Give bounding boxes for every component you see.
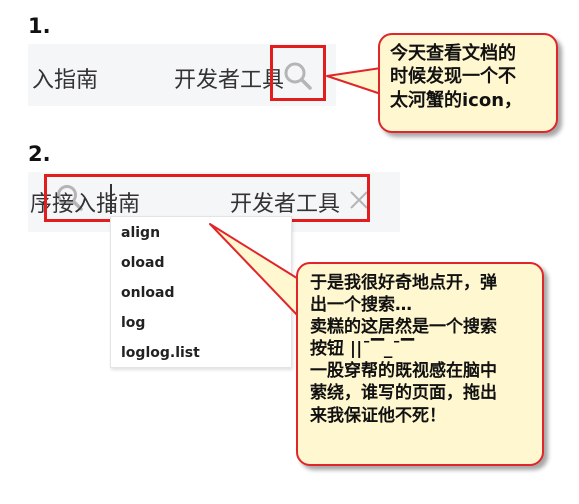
callout-1-line: 太河蟹的icon， [390, 89, 523, 111]
callout-1-line: 今天查看文档的 [390, 43, 516, 64]
callout-2-line: 萦绕，谁写的页面，拖出 [310, 383, 497, 404]
callout-1-line: 时候发现一个不 [390, 66, 516, 88]
callout-2-line: 来我保证他不死！ [310, 405, 446, 426]
callout-1: 今天查看文档的 时候发现一个不 太河蟹的icon， [378, 33, 558, 133]
callout-2-pointer [209, 223, 301, 319]
callout-2-line: 卖糕的这居然是一个搜索 [310, 317, 497, 338]
callout-2-line: 出一个搜索… [310, 295, 412, 316]
callout-2: 于是我很好奇地点开，弹 出一个搜索… 卖糕的这居然是一个搜索 按钮 ||¯▔_¯… [296, 262, 544, 466]
callout-1-pointer [326, 67, 382, 95]
callout-2-line: 于是我很好奇地点开，弹 [310, 273, 497, 293]
callout-2-line: 按钮 ||¯▔_¯▔ [310, 339, 414, 360]
callout-2-line: 一股穿帮的既视感在脑中 [310, 361, 497, 382]
